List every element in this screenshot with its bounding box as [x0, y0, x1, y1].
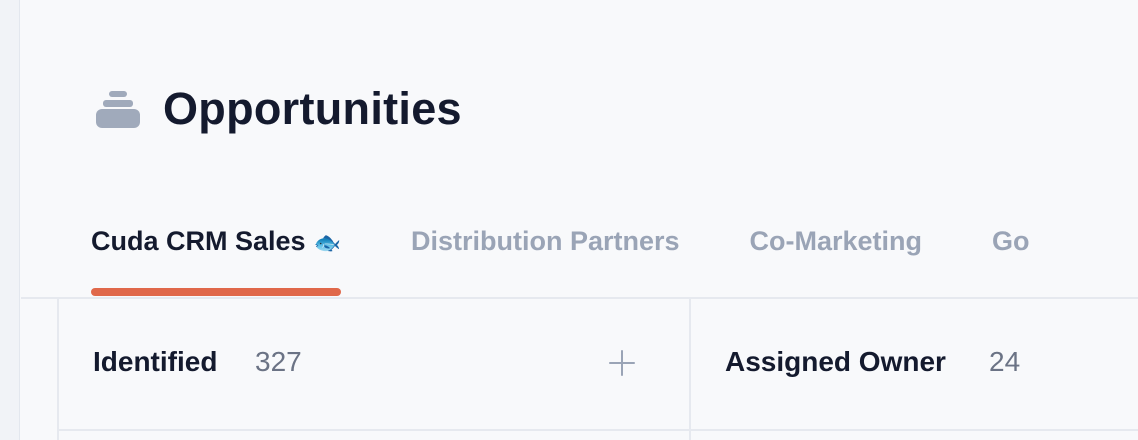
column-header: Assigned Owner 24: [691, 299, 1138, 431]
column-identified: Identified 327: [57, 299, 689, 440]
tab-distribution-partners[interactable]: Distribution Partners: [411, 218, 680, 298]
column-title: Identified: [93, 346, 218, 377]
column-count: 327: [255, 346, 302, 377]
plus-icon[interactable]: [609, 350, 635, 376]
tab-label: Distribution Partners: [410, 226, 680, 256]
main-content: Opportunities Cuda CRM Sales 🐟 Distributi…: [21, 0, 1138, 440]
inbox-stack-icon: [95, 89, 141, 129]
fish-icon: 🐟: [313, 230, 341, 255]
page-header: Opportunities: [95, 80, 462, 138]
pipeline-tabs: Cuda CRM Sales 🐟 Distribution Partners Co…: [91, 218, 1100, 298]
page-title: Opportunities: [163, 83, 462, 134]
tab-go[interactable]: Go: [992, 218, 1030, 298]
column-count: 24: [989, 346, 1021, 377]
tab-cuda-crm-sales[interactable]: Cuda CRM Sales 🐟: [91, 218, 341, 298]
column-assigned-owner: Assigned Owner 24: [689, 299, 1138, 440]
column-header: Identified 327: [59, 299, 689, 431]
left-rail: [0, 0, 20, 440]
tab-label: Cuda CRM Sales: [91, 226, 306, 256]
tab-label: Co-Marketing: [749, 226, 923, 256]
kanban-board: Identified 327 Assigned Owner 24: [57, 299, 1138, 440]
tab-co-marketing[interactable]: Co-Marketing: [750, 218, 923, 298]
tab-label: Go: [992, 226, 1030, 256]
column-title: Assigned Owner: [725, 346, 946, 377]
